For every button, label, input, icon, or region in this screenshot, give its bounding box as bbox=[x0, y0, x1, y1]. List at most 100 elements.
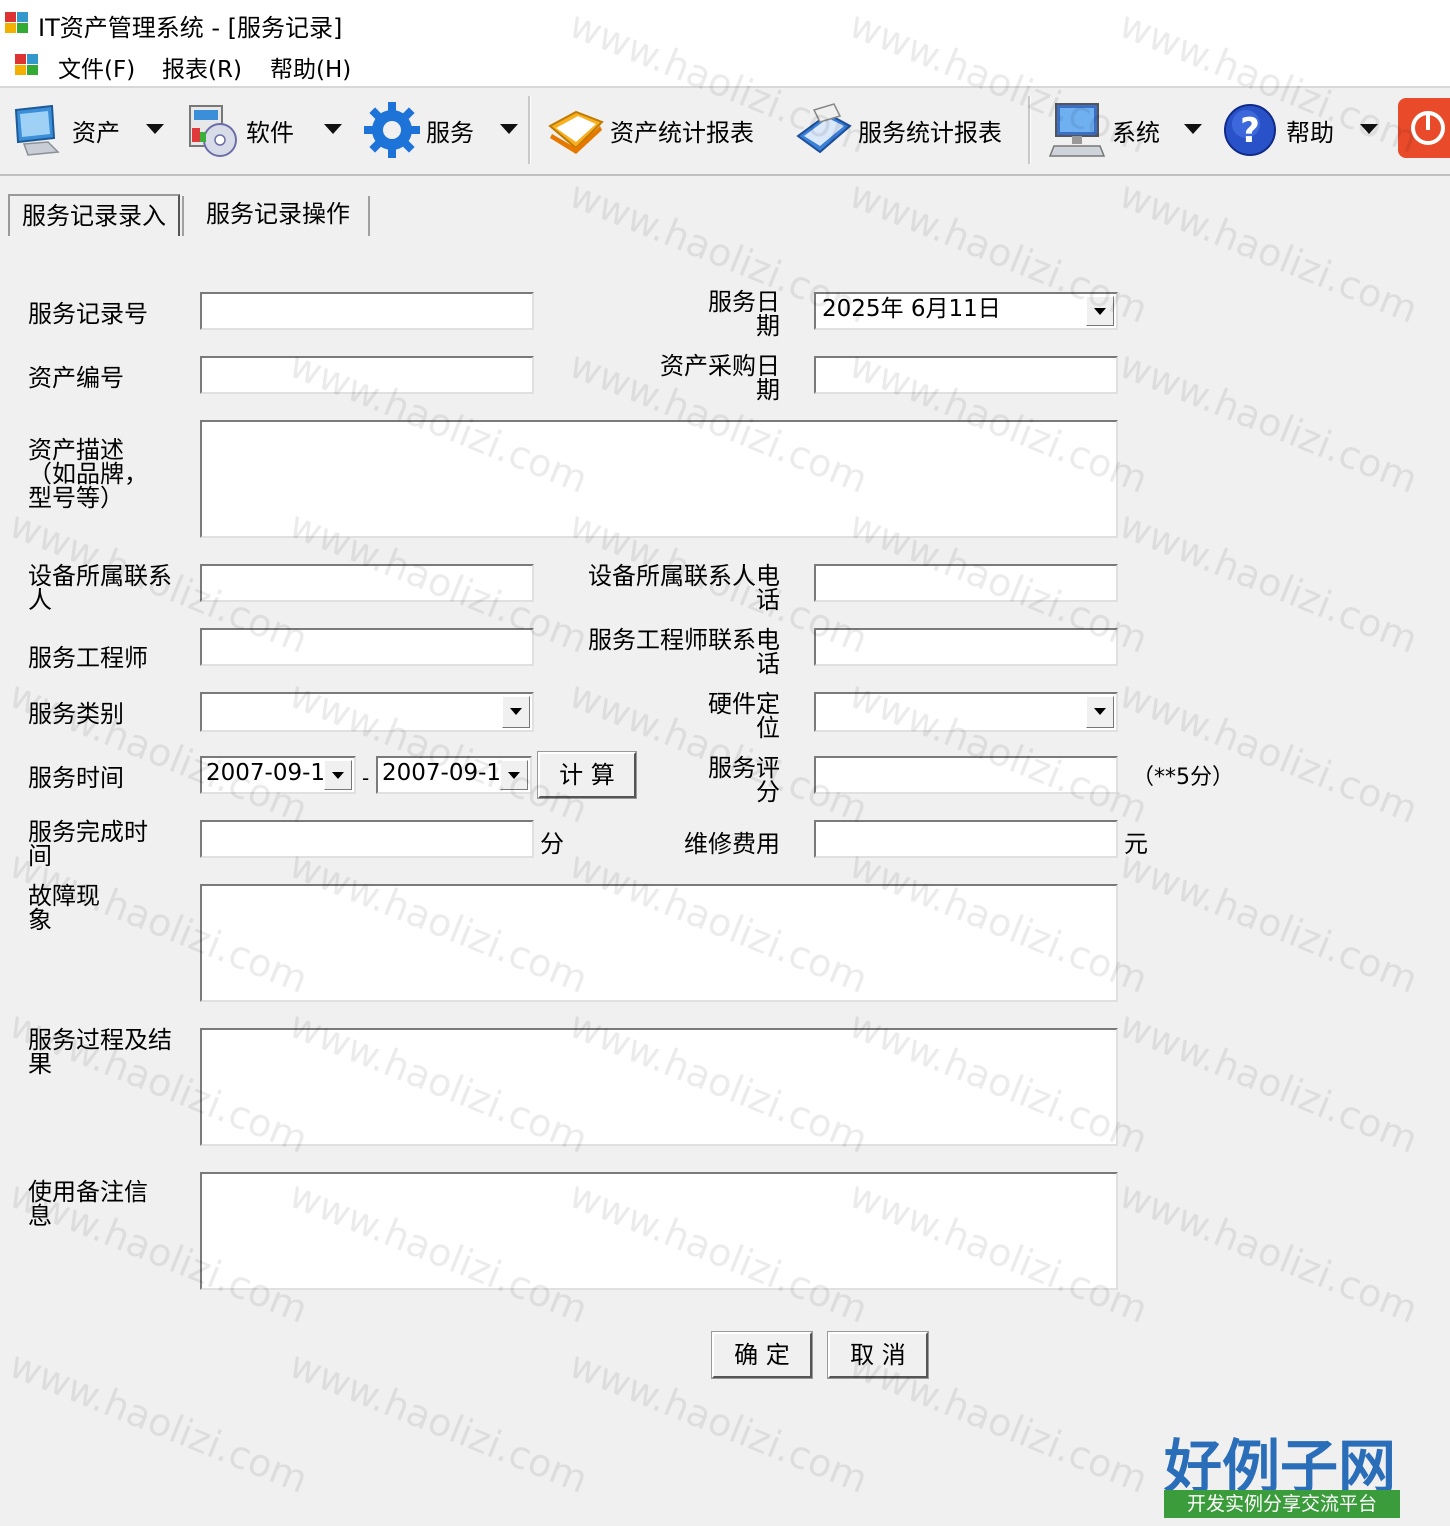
power-icon bbox=[1411, 111, 1445, 145]
help-dropdown-arrow-icon[interactable] bbox=[1360, 124, 1378, 134]
time-end-picker[interactable]: 2007-09-13 bbox=[376, 756, 532, 794]
engineer-label: 服务工程师 bbox=[28, 644, 148, 672]
notes-label: 使用备注信息 bbox=[28, 1178, 148, 1230]
minute-unit: 分 bbox=[540, 830, 564, 858]
process-label: 服务过程及结果 bbox=[28, 1026, 172, 1078]
watermark-text: www.haolizi.com bbox=[1113, 1172, 1425, 1332]
fault-textarea[interactable] bbox=[200, 884, 1118, 1002]
gear-icon bbox=[364, 102, 420, 158]
toolbar-help-button[interactable]: ? 帮助 bbox=[1222, 94, 1334, 166]
toolbar-software-label: 软件 bbox=[246, 118, 294, 147]
exit-button[interactable] bbox=[1398, 98, 1450, 158]
hw-location-select[interactable] bbox=[814, 692, 1118, 732]
completion-input[interactable] bbox=[200, 820, 534, 858]
help-icon: ? bbox=[1224, 104, 1276, 156]
process-textarea[interactable] bbox=[200, 1028, 1118, 1146]
toolbar-service-report-label: 服务统计报表 bbox=[858, 118, 1002, 147]
toolbar-asset-button[interactable]: 资产 bbox=[8, 94, 120, 166]
hw-location-label: 硬件定位 bbox=[708, 690, 780, 742]
asset-dropdown-arrow-icon[interactable] bbox=[146, 124, 164, 134]
score-input[interactable] bbox=[814, 756, 1118, 794]
menu-report[interactable]: 报表(R) bbox=[162, 50, 242, 84]
contact-phone-input[interactable] bbox=[814, 564, 1118, 602]
toolbar-help-label: 帮助 bbox=[1286, 118, 1334, 147]
watermark-text: www.haolizi.com bbox=[3, 1342, 315, 1502]
tab-service-entry[interactable]: 服务记录录入 bbox=[8, 194, 180, 236]
svg-text:?: ? bbox=[1240, 111, 1260, 151]
watermark-text: www.haolizi.com bbox=[1113, 342, 1425, 502]
mdi-child-icon[interactable] bbox=[14, 52, 40, 78]
service-time-label: 服务时间 bbox=[28, 764, 124, 792]
category-label: 服务类别 bbox=[28, 700, 124, 728]
contact-label: 设备所属联系人 bbox=[28, 562, 172, 614]
tab-service-ops[interactable]: 服务记录操作 bbox=[194, 194, 362, 234]
toolbar-service-button[interactable]: 服务 bbox=[362, 94, 474, 166]
toolbar-separator bbox=[528, 96, 531, 164]
notes-textarea[interactable] bbox=[200, 1172, 1118, 1290]
watermark-text: www.haolizi.com bbox=[283, 1342, 595, 1502]
watermark-text: www.haolizi.com bbox=[1113, 502, 1425, 662]
toolbar: 资产 软件 服务 资产统计报表 服务统计报表 系统 ? 帮助 bbox=[0, 88, 1450, 176]
cost-label: 维修费用 bbox=[684, 830, 780, 858]
service-date-picker[interactable]: 2025年 6月11日 bbox=[814, 292, 1118, 330]
menu-help[interactable]: 帮助(H) bbox=[270, 50, 351, 84]
toolbar-system-label: 系统 bbox=[1112, 118, 1160, 147]
time-start-value: 2007-09-13 bbox=[206, 760, 340, 786]
purchase-date-label: 资产采购日期 bbox=[660, 352, 780, 404]
category-select[interactable] bbox=[200, 692, 534, 732]
system-dropdown-arrow-icon[interactable] bbox=[1184, 124, 1202, 134]
yuan-unit: 元 bbox=[1124, 830, 1148, 858]
cost-input[interactable] bbox=[814, 820, 1118, 858]
software-install-icon bbox=[189, 105, 237, 157]
fault-label: 故障现象 bbox=[28, 882, 100, 934]
asset-desc-textarea[interactable] bbox=[200, 420, 1118, 538]
time-start-dropdown-icon[interactable] bbox=[324, 760, 352, 790]
toolbar-asset-report-label: 资产统计报表 bbox=[610, 118, 754, 147]
toolbar-asset-report-button[interactable]: 资产统计报表 bbox=[546, 94, 754, 166]
watermark-text: www.haolizi.com bbox=[1113, 172, 1425, 332]
hw-location-dropdown-icon[interactable] bbox=[1086, 696, 1114, 728]
watermark-text: www.haolizi.com bbox=[1113, 672, 1425, 832]
purchase-date-input[interactable] bbox=[814, 356, 1118, 394]
toolbar-system-button[interactable]: 系统 bbox=[1048, 94, 1160, 166]
toolbar-asset-label: 资产 bbox=[72, 118, 120, 147]
asset-no-label: 资产编号 bbox=[28, 364, 124, 392]
contact-input[interactable] bbox=[200, 564, 534, 602]
brand-tagline: 开发实例分享交流平台 bbox=[1164, 1490, 1400, 1518]
category-dropdown-icon[interactable] bbox=[502, 696, 530, 728]
software-dropdown-arrow-icon[interactable] bbox=[324, 124, 342, 134]
folder-report-icon bbox=[548, 110, 604, 154]
record-no-input[interactable] bbox=[200, 292, 534, 330]
contact-phone-label: 设备所属联系人电话 bbox=[588, 562, 780, 614]
calc-button[interactable]: 计 算 bbox=[537, 751, 637, 799]
watermark-text: www.haolizi.com bbox=[1113, 842, 1425, 1002]
tab-divider bbox=[182, 196, 184, 236]
engineer-phone-input[interactable] bbox=[814, 628, 1118, 666]
window-title: IT资产管理系统 - [服务记录] bbox=[38, 14, 343, 42]
time-start-picker[interactable]: 2007-09-13 bbox=[200, 756, 356, 794]
engineer-input[interactable] bbox=[200, 628, 534, 666]
time-end-value: 2007-09-13 bbox=[382, 760, 516, 786]
menu-bar: 文件(F) 报表(R) 帮助(H) bbox=[0, 44, 1450, 88]
completion-label: 服务完成时间 bbox=[28, 818, 148, 870]
title-bar: IT资产管理系统 - [服务记录] bbox=[0, 0, 1450, 44]
watermark-text: www.haolizi.com bbox=[1113, 1002, 1425, 1162]
app-icon bbox=[5, 12, 28, 33]
service-date-label: 服务日期 bbox=[708, 288, 780, 340]
time-separator: - bbox=[362, 766, 370, 790]
record-no-label: 服务记录号 bbox=[28, 300, 148, 328]
ok-button[interactable]: 确 定 bbox=[711, 1331, 813, 1379]
service-date-dropdown-icon[interactable] bbox=[1086, 296, 1114, 326]
score-hint: （**5分） bbox=[1132, 765, 1234, 790]
service-dropdown-arrow-icon[interactable] bbox=[500, 124, 518, 134]
toolbar-service-label: 服务 bbox=[426, 118, 474, 147]
time-end-dropdown-icon[interactable] bbox=[500, 760, 528, 790]
asset-no-input[interactable] bbox=[200, 356, 534, 394]
toolbar-service-report-button[interactable]: 服务统计报表 bbox=[794, 94, 1002, 166]
menu-file[interactable]: 文件(F) bbox=[58, 50, 135, 84]
score-label: 服务评分 bbox=[708, 754, 780, 806]
cancel-button[interactable]: 取 消 bbox=[827, 1331, 929, 1379]
toolbar-separator bbox=[1028, 96, 1031, 164]
toolbar-software-button[interactable]: 软件 bbox=[182, 94, 294, 166]
brand-watermark: 好例子网 开发实例分享交流平台 bbox=[1160, 1420, 1400, 1520]
